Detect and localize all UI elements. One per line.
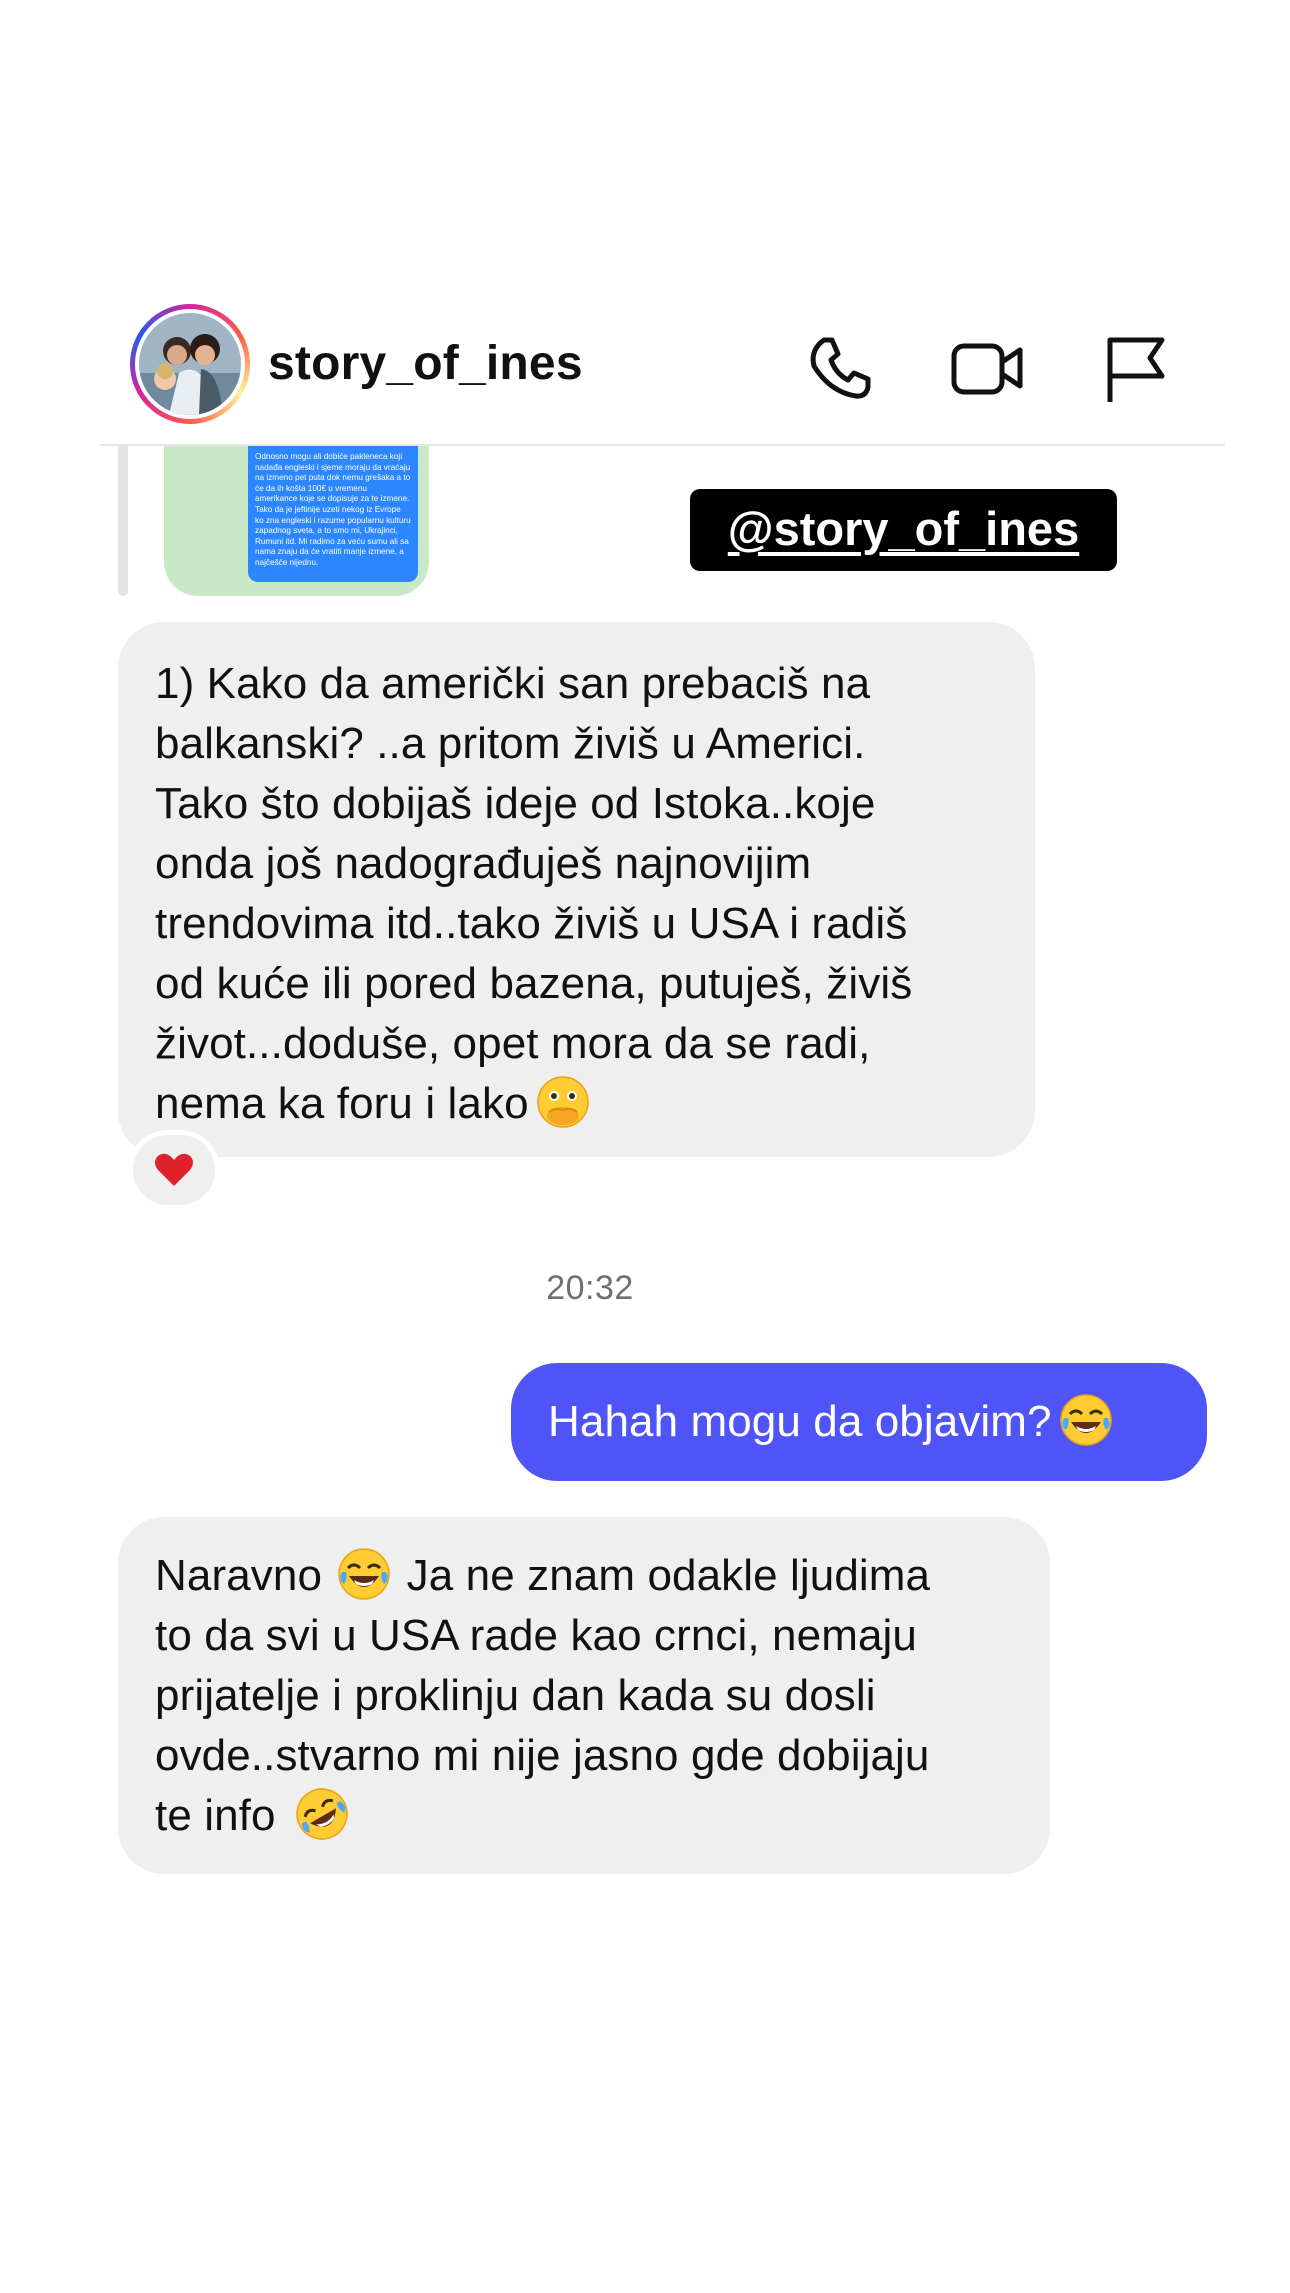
phone-icon[interactable] — [800, 328, 880, 408]
story-mention-tag[interactable]: @story_of_ines — [690, 489, 1117, 571]
story-mention-label: @story_of_ines — [727, 501, 1080, 555]
flag-icon[interactable] — [1096, 328, 1176, 408]
message-timestamp: 20:32 — [546, 1269, 634, 1307]
heart-icon — [155, 1153, 193, 1186]
chat-username[interactable]: story_of_ines — [268, 336, 583, 391]
incoming-message[interactable]: Naravno Ja ne znam odakle ljudima to da … — [118, 1517, 1050, 1874]
message-text: Naravno — [155, 1551, 323, 1600]
reply-bar — [118, 446, 128, 596]
face-with-hand-over-mouth-icon — [535, 1074, 591, 1130]
face-with-tears-of-joy-icon — [336, 1546, 392, 1602]
shared-post-text: Odnosno mogu ali dobiće pakleneca koji n… — [248, 446, 418, 582]
face-with-tears-of-joy-icon — [1058, 1392, 1114, 1448]
chat-header: story_of_ines — [0, 300, 1290, 445]
outgoing-message[interactable]: Hahah mogu da objavim? — [511, 1363, 1207, 1481]
story-ring[interactable] — [130, 304, 250, 424]
message-text: Hahah mogu da objavim? — [548, 1397, 1052, 1446]
avatar[interactable] — [139, 313, 241, 415]
video-camera-icon[interactable] — [948, 328, 1028, 408]
message-text: 1) Kako da američki san prebaciš na balk… — [155, 659, 913, 1128]
shared-post-preview[interactable]: Odnosno mogu ali dobiće pakleneca koji n… — [164, 446, 429, 596]
incoming-message[interactable]: 1) Kako da američki san prebaciš na balk… — [118, 622, 1035, 1157]
avatar-border — [135, 309, 245, 419]
message-reaction[interactable] — [128, 1130, 220, 1210]
rolling-on-floor-laughing-icon — [294, 1786, 350, 1842]
